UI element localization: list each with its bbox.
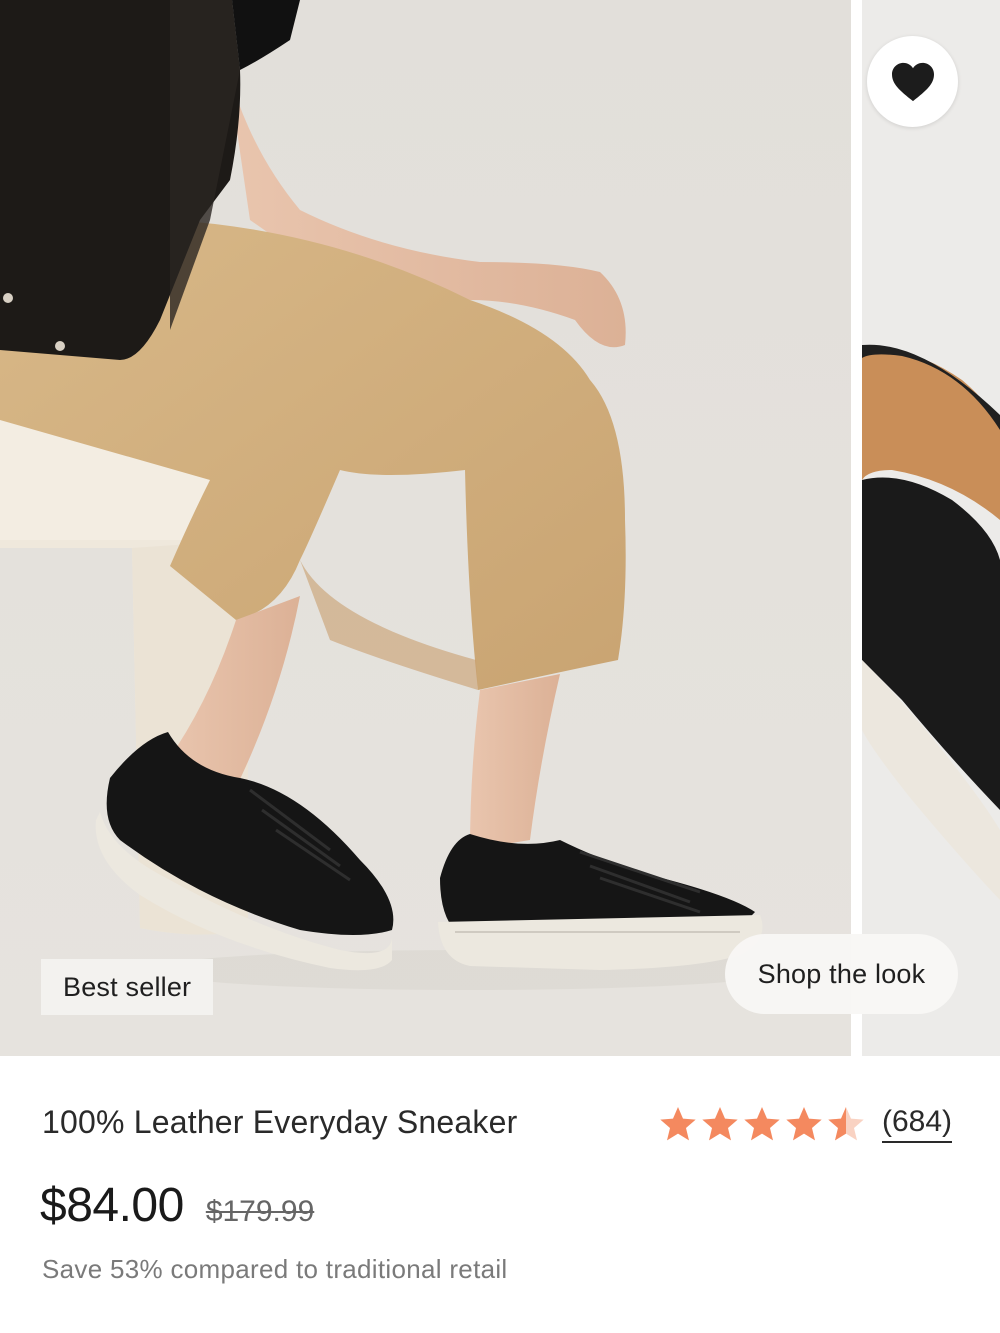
sale-price: $84.00 — [40, 1179, 184, 1232]
star-full-icon — [786, 1107, 822, 1141]
wishlist-button[interactable] — [867, 36, 958, 127]
shop-the-look-button[interactable]: Shop the look — [725, 934, 958, 1014]
heart-icon — [891, 62, 934, 101]
product-photo-next[interactable] — [862, 0, 1000, 1056]
sneaker-detail-image — [862, 0, 1000, 1056]
star-full-icon — [702, 1107, 738, 1141]
product-photo-main[interactable] — [0, 0, 851, 1056]
star-full-icon — [660, 1107, 696, 1141]
product-title[interactable]: 100% Leather Everyday Sneaker — [42, 1104, 517, 1141]
price-row: $84.00 $179.99 — [40, 1178, 314, 1233]
best-seller-badge: Best seller — [41, 959, 214, 1015]
star-full-icon — [744, 1107, 780, 1141]
model-wearing-sneakers-image — [0, 0, 851, 1056]
review-count-link[interactable]: (684) — [882, 1105, 953, 1143]
savings-text: Save 53% compared to traditional retail — [42, 1254, 508, 1284]
rating-stars — [658, 1104, 866, 1144]
product-rating[interactable]: (684) — [658, 1100, 953, 1148]
compare-at-price: $179.99 — [205, 1195, 315, 1228]
product-image-gallery[interactable]: Best seller Shop the look — [0, 0, 1000, 1056]
star-half-icon — [828, 1107, 864, 1141]
